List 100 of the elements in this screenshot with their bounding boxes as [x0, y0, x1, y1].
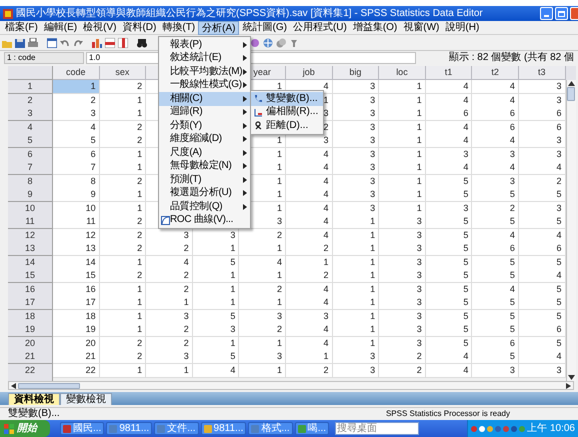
table-cell: 12	[53, 228, 100, 242]
column-header[interactable]: sex	[100, 66, 146, 80]
menu-item[interactable]: 說明(H)	[442, 20, 482, 34]
view-tab[interactable]: 變數檢視	[60, 393, 112, 405]
row-number[interactable]: 6	[8, 148, 53, 162]
row-number[interactable]: 18	[8, 310, 53, 324]
start-button[interactable]: 開始	[0, 420, 50, 437]
pin-icon[interactable]	[289, 38, 299, 48]
row-number[interactable]: 16	[8, 282, 53, 296]
column-header[interactable]: t1	[426, 66, 472, 80]
row-number[interactable]: 2	[8, 94, 53, 108]
row-number[interactable]: 19	[8, 323, 53, 337]
row-number[interactable]: 14	[8, 256, 53, 270]
menu-item[interactable]: 檔案(F)	[2, 20, 41, 34]
menu-item[interactable]: 分析(A)	[198, 20, 240, 34]
dialog-icon[interactable]	[47, 38, 57, 48]
stack-icon[interactable]	[276, 38, 286, 48]
table-cell: 5	[426, 174, 472, 188]
scroll-thumb[interactable]	[567, 87, 576, 101]
table-cell: 2	[146, 242, 193, 256]
row-number[interactable]: 10	[8, 202, 53, 216]
menu-item[interactable]: 相關(C)	[159, 92, 250, 106]
row-number[interactable]: 9	[8, 188, 53, 202]
column-header[interactable]: code	[53, 66, 100, 80]
table-cell: 3	[379, 228, 426, 242]
column-header[interactable]: loc	[379, 66, 426, 80]
menu-item[interactable]: 轉換(T)	[159, 20, 198, 34]
row-number[interactable]: 12	[8, 228, 53, 242]
row-number[interactable]: 5	[8, 134, 53, 148]
menu-item[interactable]: 分類(Y)	[159, 119, 250, 132]
table-cell: 3	[146, 228, 193, 242]
menu-item[interactable]: 迴歸(R)	[159, 106, 250, 119]
table-cell: 6	[518, 242, 566, 256]
cell-name-field[interactable]: 1 : code	[4, 52, 84, 64]
binoculars-icon[interactable]	[137, 38, 147, 48]
table-cell: 5	[518, 336, 566, 350]
scroll-left-icon[interactable]	[11, 382, 16, 388]
menu-item[interactable]: 檢視(V)	[80, 20, 120, 34]
bar-chart-icon[interactable]	[92, 38, 102, 48]
row-number[interactable]: 7	[8, 161, 53, 175]
table-cell: 3	[332, 364, 380, 378]
menu-item[interactable]: 編輯(E)	[40, 20, 80, 34]
column-header[interactable]: t2	[472, 66, 519, 80]
maximize-button[interactable]	[555, 7, 568, 20]
menu-item[interactable]: 敘述統計(E)	[159, 52, 250, 65]
window-title: 國民小學校長轉型領導與教師組織公民行為之研究(SPSS資料).sav [資料集1] - SPSS Statistics Data Editor	[16, 8, 483, 18]
table-cell: 4	[426, 94, 472, 108]
row-number[interactable]: 8	[8, 174, 53, 188]
table-cell: 5	[426, 215, 472, 229]
table-cell: 4	[472, 161, 519, 175]
table-cell: 4	[472, 228, 519, 242]
menu-item[interactable]: 公用程式(U)	[290, 20, 350, 34]
scroll-thumb[interactable]	[18, 382, 80, 388]
vertical-scrollbar[interactable]	[566, 80, 576, 381]
row-number[interactable]: 15	[8, 269, 53, 283]
insert-cases-icon[interactable]	[105, 38, 115, 48]
undo-icon[interactable]	[60, 38, 70, 48]
row-number[interactable]: 1	[8, 80, 53, 94]
column-header[interactable]: job	[286, 66, 333, 80]
table-cell: 8	[53, 174, 100, 188]
scroll-right-icon[interactable]	[566, 382, 571, 388]
column-header[interactable]: t3	[518, 66, 566, 80]
menu-item[interactable]: 資料(D)	[119, 20, 160, 34]
table-cell: 1	[332, 310, 380, 324]
printer-icon[interactable]	[28, 38, 38, 48]
row-number[interactable]: 11	[8, 215, 53, 229]
redo-icon[interactable]	[73, 38, 83, 48]
table-cell: 3	[518, 364, 566, 378]
search-field[interactable]: 搜尋桌面	[335, 422, 420, 435]
horizontal-scrollbar[interactable]	[8, 381, 574, 390]
table-cell: 1	[192, 242, 240, 256]
menu-item[interactable]: 統計圖(G)	[239, 20, 290, 34]
table-cell: 4	[286, 215, 333, 229]
row-number[interactable]: 13	[8, 242, 53, 256]
table-cell: 3	[379, 310, 426, 324]
menu-item[interactable]: 報表(P)	[159, 38, 250, 52]
table-cell: 1	[332, 336, 380, 350]
minimize-button[interactable]	[540, 7, 553, 20]
row-number[interactable]: 20	[8, 336, 53, 350]
table-cell: 3	[239, 310, 286, 324]
window-icon	[63, 424, 71, 432]
menu-item[interactable]: 視窗(W)	[400, 20, 442, 34]
scale-icon[interactable]	[250, 38, 260, 48]
table-cell: 5	[518, 256, 566, 270]
table-cell: 2	[100, 336, 146, 350]
menu-item[interactable]: 雙變數(B)...	[251, 92, 323, 106]
row-number[interactable]: 3	[8, 107, 53, 121]
clock: 上午 10:06	[527, 424, 575, 434]
row-number[interactable]: 17	[8, 296, 53, 310]
view-tab[interactable]: 資料檢視	[8, 393, 60, 405]
column-header[interactable]: big	[332, 66, 380, 80]
close-button[interactable]	[570, 7, 578, 20]
row-number[interactable]: 4	[8, 120, 53, 134]
insert-variable-icon[interactable]	[118, 38, 128, 48]
globe-icon[interactable]	[263, 38, 273, 48]
submenu-arrow-icon	[243, 122, 247, 129]
table-cell: 3	[472, 364, 519, 378]
row-number[interactable]: 22	[8, 364, 53, 378]
menu-item[interactable]: 增益集(O)	[350, 20, 400, 34]
row-number[interactable]: 21	[8, 350, 53, 364]
